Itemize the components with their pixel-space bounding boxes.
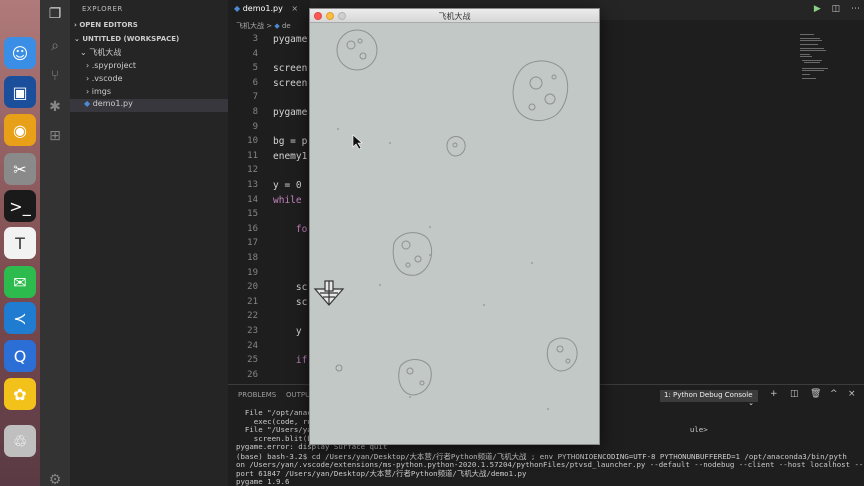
run-icon[interactable]: ▶	[814, 4, 821, 14]
code-line[interactable]: y = 0	[273, 180, 302, 191]
code-line[interactable]: bg = p	[273, 136, 307, 147]
tree-folder-root[interactable]: ⌄ 飞机大战	[80, 47, 121, 58]
workspace-section[interactable]: ⌄ UNTITLED (WORKSPACE)	[74, 35, 179, 43]
tree-folder-vscode[interactable]: › .vscode	[86, 74, 123, 83]
close-panel-icon[interactable]: ×	[848, 389, 856, 399]
code-line[interactable]: enemy1	[273, 151, 307, 162]
code-line[interactable]: sc	[273, 297, 307, 308]
line-number: 11	[247, 150, 258, 161]
extensions-icon[interactable]: ⊞	[45, 126, 65, 146]
split-editor-icon[interactable]: ◫	[832, 4, 841, 14]
open-editors-section[interactable]: › OPEN EDITORS	[74, 21, 138, 29]
chevron-down-icon: ⌄	[748, 399, 754, 407]
line-number: 26	[247, 369, 258, 380]
tab-output[interactable]: OUTPU	[286, 391, 310, 399]
chevron-right-icon: ›	[86, 61, 90, 70]
line-number: 8	[252, 107, 258, 117]
code-line[interactable]: pygame	[273, 107, 307, 118]
line-number: 5	[252, 63, 258, 74]
line-number: 19	[247, 267, 258, 278]
chrome-icon[interactable]: ◉	[4, 114, 36, 146]
pygame-window[interactable]: 飞机大战	[309, 8, 600, 445]
search-icon[interactable]: ⌕	[45, 36, 65, 56]
explorer-sidebar: EXPLORER › OPEN EDITORS ⌄ UNTITLED (WORK…	[70, 0, 228, 486]
line-number: 23	[247, 326, 258, 336]
line-number: 4	[252, 48, 258, 59]
line-number: 25	[247, 355, 258, 366]
chevron-right-icon: ›	[74, 21, 77, 29]
code-line[interactable]: fo	[273, 224, 307, 235]
mac-dock: ☺ ▣ ◉ ✂ >_ T ✉ ≺ Q ✿ ♲	[0, 0, 40, 486]
virtualbox-icon[interactable]: ▣	[4, 76, 36, 108]
editor-actions: ▶ ◫ ⋯	[814, 4, 860, 14]
line-number: 9	[252, 121, 258, 132]
trash-icon[interactable]: 🗑	[810, 389, 821, 399]
line-number: 6	[252, 77, 258, 88]
python-file-icon: ◆	[84, 99, 91, 108]
tab-demo1[interactable]: ◆ demo1.py ×	[228, 0, 310, 20]
python-file-icon: ◆	[274, 22, 280, 30]
chevron-right-icon: ›	[86, 74, 90, 83]
finder-icon[interactable]: ☺	[4, 37, 36, 69]
terminal-icon[interactable]: >_	[4, 190, 36, 222]
debug-icon[interactable]: ✱	[45, 97, 65, 117]
line-number: 24	[247, 340, 258, 351]
source-control-icon[interactable]: ⑂	[45, 66, 65, 86]
activity-bar: ❐ ⌕ ⑂ ✱ ⊞ ⚙	[40, 0, 70, 486]
line-number: 12	[247, 165, 258, 176]
game-background	[310, 23, 599, 444]
typora-icon[interactable]: T	[4, 227, 36, 259]
line-number: 15	[247, 209, 258, 220]
close-icon[interactable]: ×	[291, 4, 298, 13]
line-number: 22	[247, 311, 258, 322]
code-line[interactable]: screen	[273, 63, 307, 74]
minimap[interactable]	[800, 32, 840, 92]
more-actions-icon[interactable]: ⋯	[851, 4, 860, 14]
line-number: 7	[252, 92, 258, 103]
code-line[interactable]: if	[273, 355, 307, 366]
trash-icon[interactable]: ♲	[4, 425, 36, 457]
preview-icon[interactable]: ✂	[4, 153, 36, 185]
wechat-icon[interactable]: ✉	[4, 266, 36, 298]
tree-file-demo1[interactable]: ◆ demo1.py	[70, 99, 228, 112]
explorer-icon[interactable]: ❐	[45, 4, 65, 24]
line-number: 21	[247, 296, 258, 307]
code-line[interactable]: screen	[273, 78, 307, 89]
add-terminal-icon[interactable]: +	[770, 389, 778, 399]
chevron-down-icon: ⌄	[74, 35, 80, 43]
line-number: 17	[247, 238, 258, 249]
line-number: 13	[247, 180, 258, 190]
explorer-title: EXPLORER	[82, 5, 123, 13]
quicktime-icon[interactable]: Q	[4, 340, 36, 372]
tab-problems[interactable]: PROBLEMS	[238, 391, 276, 399]
line-number: 16	[247, 223, 258, 234]
code-line[interactable]: sc	[273, 282, 307, 293]
line-number: 20	[247, 282, 258, 293]
python-file-icon: ◆	[234, 4, 241, 13]
line-number: 10	[247, 136, 258, 147]
window-titlebar[interactable]: 飞机大战	[310, 9, 599, 23]
split-terminal-icon[interactable]: ◫	[790, 389, 799, 399]
terminal-select[interactable]: 1: Python Debug Console ⌄	[660, 390, 758, 407]
code-line[interactable]: pygame	[273, 34, 307, 45]
line-number: 14	[247, 194, 258, 205]
code-line[interactable]: while	[273, 195, 302, 206]
terminal-line: pygame 1.9.6	[236, 476, 290, 486]
vscode-icon[interactable]: ≺	[4, 302, 36, 334]
tree-folder-spyproject[interactable]: › .spyproject	[86, 61, 136, 70]
maximize-panel-icon[interactable]: ^	[830, 389, 838, 399]
line-number: 3	[252, 34, 258, 44]
settings-gear-icon[interactable]: ⚙	[45, 470, 65, 486]
desktop: ☺ ▣ ◉ ✂ >_ T ✉ ≺ Q ✿ ♲ ❐ ⌕ ⑂ ✱ ⊞ ⚙ EXPLORER › OPEN…	[0, 0, 864, 486]
line-number: 18	[247, 253, 258, 263]
chevron-right-icon: ›	[86, 87, 90, 96]
chevron-down-icon: ⌄	[80, 48, 87, 57]
code-line[interactable]: y	[273, 326, 302, 337]
tree-folder-imgs[interactable]: › imgs	[86, 87, 111, 96]
python-icon[interactable]: ✿	[4, 378, 36, 410]
game-canvas[interactable]	[310, 23, 599, 444]
window-title: 飞机大战	[438, 12, 471, 21]
